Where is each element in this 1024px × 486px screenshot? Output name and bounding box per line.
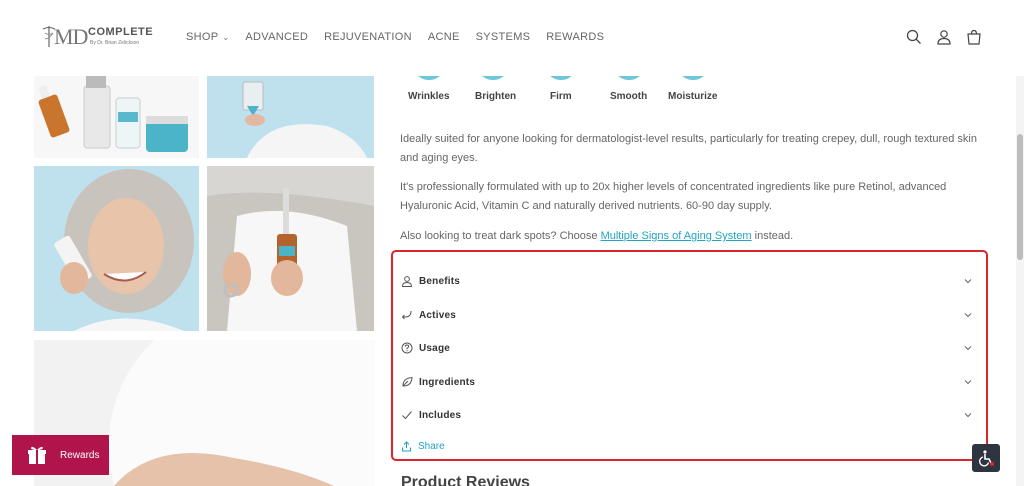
nav-rewards[interactable]: REWARDS [546,31,604,43]
chevron-down-icon [964,313,972,318]
accordion-actives[interactable]: Actives [401,305,973,325]
product-image-woman-dropper[interactable] [207,166,374,331]
accessibility-button[interactable] [972,444,1000,472]
attribute-wrinkles: Wrinkles [408,91,450,102]
attribute-row: Wrinkles Brighten Firm Smooth Moisturize [400,58,730,110]
brand-logo[interactable]: MD COMPLETE By Dr. Brian Zelickson [40,22,154,54]
description-3-suffix: instead. [751,230,794,242]
accordion-benefits[interactable]: Benefits [401,271,973,291]
attribute-brighten: Brighten [475,91,517,102]
nav-shop-label: SHOP [186,31,219,43]
accordion-includes[interactable]: Includes [401,405,973,425]
product-reviews-heading: Product Reviews [401,474,530,486]
chevron-down-icon [964,380,972,385]
product-gallery [34,76,375,486]
product-accordion: Benefits Actives Usage Ingredients Inclu… [391,250,988,461]
accordion-usage[interactable]: Usage [401,338,973,358]
product-image-woman-bottle[interactable] [207,76,374,158]
accordion-actives-label: Actives [419,309,456,321]
description-paragraph-1: Ideally suited for anyone looking for de… [400,133,977,164]
nav-acne[interactable]: ACNE [428,31,460,43]
rewards-button[interactable]: Rewards [12,435,109,475]
wheelchair-icon [979,450,994,467]
nav-shop[interactable]: SHOP ⌄ [186,31,229,43]
chevron-down-icon: ⌄ [222,32,230,42]
account-icon[interactable] [936,29,952,45]
accordion-ingredients-label: Ingredients [419,376,476,388]
search-icon[interactable] [906,29,922,45]
logo-md: MD [54,24,88,49]
checkmark-icon [402,411,412,420]
scrollbar-thumb[interactable] [1017,134,1023,260]
chevron-down-icon [964,413,972,418]
attribute-firm: Firm [550,91,572,102]
woman-holding-bottle-image [242,81,367,158]
header-icons [906,29,982,45]
woman-with-dropper-image [207,188,374,331]
share-label: Share [418,441,445,452]
nav-acne-label: ACNE [427,31,460,43]
share-icon [402,441,411,452]
accordion-ingredients[interactable]: Ingredients [401,372,973,392]
question-circle-icon [401,342,413,354]
woman-smiling-image [54,169,194,331]
multiple-signs-link[interactable]: Multiple Signs of Aging System [601,230,752,242]
nav-rewards-label: REWARDS [546,31,605,43]
chevron-down-icon [964,346,972,351]
nav-advanced-label: ADVANCED [245,31,309,43]
product-image-bottles[interactable] [34,76,199,158]
chevron-down-icon [964,279,972,284]
nav-advanced[interactable]: ADVANCED [245,31,308,43]
return-arrow-icon [401,310,412,320]
gift-icon [28,446,46,464]
cart-icon[interactable] [966,29,982,45]
description-3-text: Also looking to treat dark spots? Choose [400,230,601,242]
nav-systems[interactable]: SYSTEMS [476,31,531,43]
logo-tagline: By Dr. Brian Zelickson [90,40,140,46]
nav-rejuvenation[interactable]: REJUVENATION [324,31,412,43]
rewards-label: Rewards [60,449,100,461]
accordion-usage-label: Usage [419,342,451,354]
product-image-woman-smiling[interactable] [34,166,199,331]
logo-brand: COMPLETE [88,26,154,38]
site-header: MD COMPLETE By Dr. Brian Zelickson SHOP … [0,0,1024,76]
description-paragraph-3: Also looking to treat dark spots? Choose… [400,227,980,246]
main-nav: SHOP ⌄ ADVANCED REJUVENATION ACNE SYSTEM… [186,31,620,43]
nav-rejuvenation-label: REJUVENATION [324,31,412,43]
attribute-moisturize: Moisturize [668,91,718,102]
accordion-benefits-label: Benefits [419,275,461,287]
accordion-includes-label: Includes [419,409,462,421]
attribute-smooth: Smooth [610,91,648,102]
leaf-icon [402,376,413,387]
nav-systems-label: SYSTEMS [475,31,531,43]
product-bottles-image [38,76,188,152]
description-paragraph-2: It's professionally formulated with up t… [400,181,947,212]
person-icon [401,276,413,287]
share-button[interactable]: Share [401,441,445,452]
